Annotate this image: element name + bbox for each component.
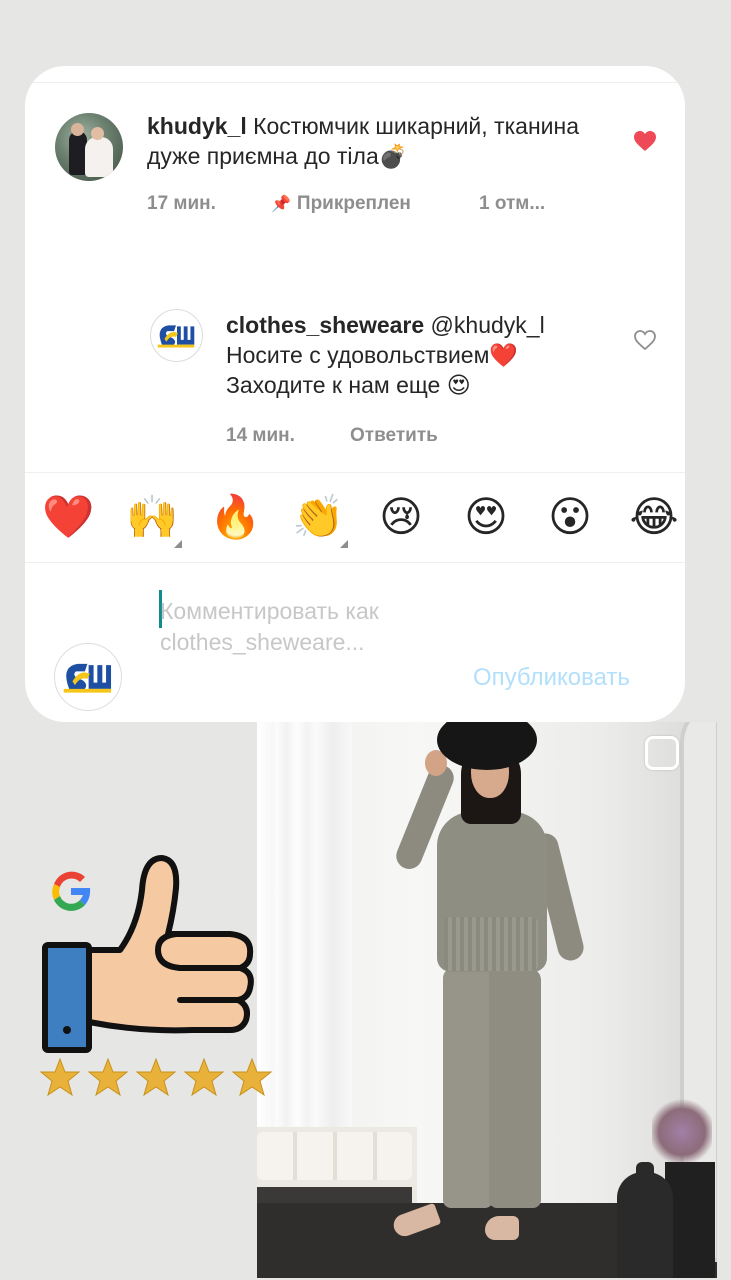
like-heart-icon[interactable] [633, 329, 657, 351]
brand-logo-icon [157, 325, 195, 348]
reply-line-1: Носите с удовольствием❤️ [226, 342, 519, 368]
comment-text: khudyk_l Костюмчик шикарний, тканина дуж… [147, 111, 627, 171]
model-trousers [443, 968, 493, 1208]
pinned-indicator: 📌 Прикреплен [271, 193, 411, 215]
pin-icon: 📌 [271, 196, 291, 213]
star-icon [135, 1057, 177, 1097]
comment-time: 17 мин. [147, 193, 216, 214]
five-star-rating [40, 1057, 273, 1097]
reaction-surprised-face[interactable]: 😮 [545, 492, 595, 542]
reaction-crying-face[interactable]: 😢 [376, 492, 426, 542]
reaction-fire[interactable]: 🔥 [209, 492, 261, 542]
reply-username[interactable]: clothes_sheweare [226, 312, 424, 338]
star-icon [87, 1057, 129, 1097]
skin-tone-indicator-icon [174, 540, 182, 548]
reaction-tears-of-joy[interactable]: 😂 [629, 492, 679, 542]
reply-button[interactable]: Ответить [350, 425, 438, 447]
reaction-clapping-hands[interactable]: 👏 [292, 492, 348, 548]
reply-mention[interactable]: @khudyk_l [424, 312, 545, 338]
pinned-label: Прикреплен [296, 193, 411, 214]
reply-author-avatar[interactable] [150, 309, 203, 362]
star-icon [231, 1057, 273, 1097]
product-photo [257, 722, 717, 1278]
reactions-top-divider [25, 472, 685, 473]
comment-username[interactable]: khudyk_l [147, 113, 247, 139]
bench-cushions [257, 1132, 412, 1180]
star-icon [40, 1057, 81, 1097]
commenter-avatar[interactable] [55, 113, 123, 181]
thumbs-up-icon [42, 855, 254, 1053]
card-top-divider [25, 82, 685, 83]
flowers [652, 1097, 712, 1167]
reaction-heart-eyes[interactable]: 😍 [461, 492, 511, 542]
reaction-heart[interactable]: ❤️ [42, 492, 94, 542]
liked-heart-icon[interactable] [633, 130, 657, 152]
current-user-avatar [54, 643, 122, 711]
skin-tone-indicator-icon [340, 540, 348, 548]
likes-count[interactable]: 1 отм... [479, 193, 545, 215]
reply-text: clothes_sheweare @khudyk_l Носите с удов… [226, 310, 626, 400]
publish-button[interactable]: Опубликовать [473, 664, 630, 692]
quick-reactions-bar: ❤️ 🙌 🔥 👏 😢 😍 😮 😂 [25, 474, 685, 562]
brand-logo-icon [63, 663, 112, 693]
reactions-bottom-divider [25, 562, 685, 563]
vase [617, 1172, 673, 1278]
sticker-square-icon [645, 736, 679, 770]
reaction-raised-hands[interactable]: 🙌 [126, 492, 182, 548]
reply-line-2: Заходите к нам еще 😍 [226, 372, 471, 398]
reply-time: 14 мин. [226, 425, 295, 446]
comment-input[interactable]: Комментировать как clothes_sheweare... [160, 596, 460, 658]
star-icon [183, 1057, 225, 1097]
comments-panel: khudyk_l Костюмчик шикарний, тканина дуж… [25, 66, 685, 722]
